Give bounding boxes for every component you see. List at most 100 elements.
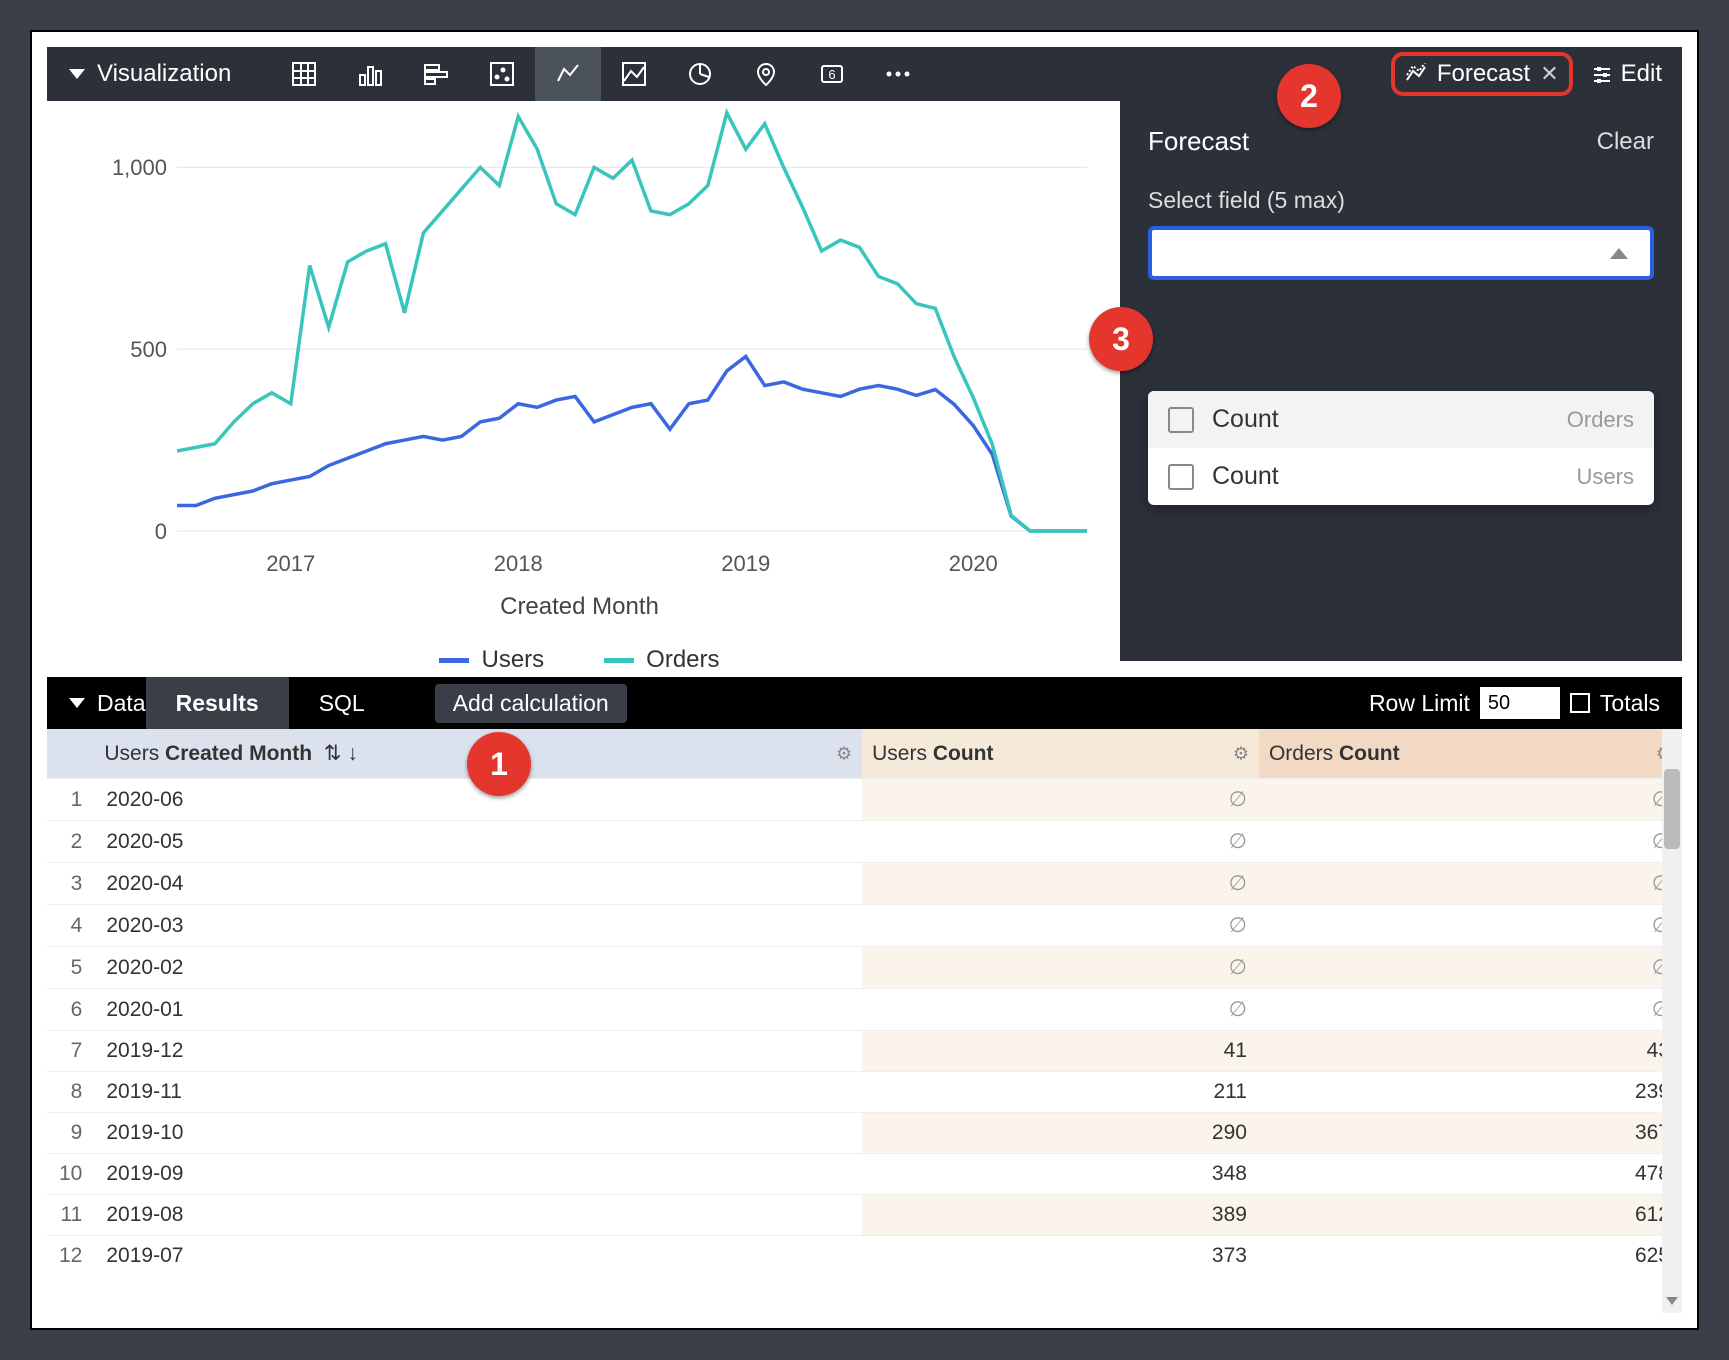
scrollbar[interactable] — [1662, 729, 1682, 1313]
forecast-panel: Forecast Clear Select field (5 max) Coun… — [1120, 101, 1682, 661]
annotation-badge-2: 2 — [1277, 64, 1341, 128]
scroll-thumb[interactable] — [1664, 769, 1680, 849]
cell-orders-count[interactable]: ∅ — [1259, 905, 1682, 947]
cell-month[interactable]: 2019-08 — [94, 1195, 862, 1236]
col-rownum — [47, 729, 94, 779]
tab-sql[interactable]: SQL — [289, 677, 395, 729]
single-value-icon[interactable]: 6 — [799, 47, 865, 101]
cell-users-count[interactable]: 41 — [862, 1031, 1259, 1072]
clear-button[interactable]: Clear — [1597, 128, 1654, 156]
row-number: 11 — [47, 1195, 94, 1236]
cell-users-count[interactable]: ∅ — [862, 989, 1259, 1031]
cell-users-count[interactable]: ∅ — [862, 905, 1259, 947]
select-field-input[interactable] — [1148, 226, 1654, 280]
cell-orders-count[interactable]: ∅ — [1259, 821, 1682, 863]
cell-month[interactable]: 2020-02 — [94, 947, 862, 989]
visualization-toggle[interactable]: Visualization — [47, 60, 231, 88]
scatter-chart-icon[interactable] — [469, 47, 535, 101]
forecast-icon — [1405, 63, 1427, 85]
data-title: Data — [97, 690, 146, 717]
dropdown-option[interactable]: CountUsers — [1148, 448, 1654, 505]
cell-users-count[interactable]: 290 — [862, 1113, 1259, 1154]
dropdown-option[interactable]: CountOrders👆 — [1148, 391, 1654, 448]
cell-orders-count[interactable]: ∅ — [1259, 779, 1682, 821]
table-row: 82019-11211239 — [47, 1072, 1682, 1113]
option-sublabel: Users — [1577, 464, 1634, 490]
legend: Users Orders — [47, 646, 1112, 674]
legend-item[interactable]: Orders — [604, 646, 719, 674]
cell-users-count[interactable]: ∅ — [862, 779, 1259, 821]
tab-results[interactable]: Results — [146, 677, 289, 729]
table-chart-icon[interactable] — [271, 47, 337, 101]
table-row: 72019-124143 — [47, 1031, 1682, 1072]
cell-month[interactable]: 2019-11 — [94, 1072, 862, 1113]
gear-icon[interactable]: ⚙ — [1233, 743, 1249, 764]
y-tick-label: 500 — [47, 337, 167, 363]
close-icon[interactable]: ✕ — [1540, 61, 1558, 87]
cell-month[interactable]: 2020-04 — [94, 863, 862, 905]
totals-checkbox[interactable] — [1570, 693, 1590, 713]
cell-users-count[interactable]: 389 — [862, 1195, 1259, 1236]
add-calculation-button[interactable]: Add calculation — [435, 684, 627, 723]
cell-month[interactable]: 2019-09 — [94, 1154, 862, 1195]
row-number: 4 — [47, 905, 94, 947]
legend-item[interactable]: Users — [439, 646, 544, 674]
col-orders-count[interactable]: Orders Count ⚙ — [1259, 729, 1682, 779]
cell-orders-count[interactable]: 612 — [1259, 1195, 1682, 1236]
caret-down-icon — [69, 698, 85, 708]
edit-label: Edit — [1621, 60, 1662, 88]
chart-type-group: 6 — [271, 47, 931, 101]
edit-button[interactable]: Edit — [1591, 60, 1662, 88]
cell-month[interactable]: 2019-12 — [94, 1031, 862, 1072]
scroll-down-icon[interactable] — [1666, 1297, 1678, 1309]
cell-month[interactable]: 2019-07 — [94, 1236, 862, 1277]
cell-orders-count[interactable]: ∅ — [1259, 989, 1682, 1031]
checkbox[interactable] — [1168, 464, 1194, 490]
table-row: 102019-09348478 — [47, 1154, 1682, 1195]
cell-month[interactable]: 2019-10 — [94, 1113, 862, 1154]
cell-month[interactable]: 2020-01 — [94, 989, 862, 1031]
cell-orders-count[interactable]: 478 — [1259, 1154, 1682, 1195]
gear-icon[interactable]: ⚙ — [836, 743, 852, 764]
map-chart-icon[interactable] — [733, 47, 799, 101]
cell-users-count[interactable]: ∅ — [862, 821, 1259, 863]
legend-label: Users — [481, 646, 544, 674]
pie-chart-icon[interactable] — [667, 47, 733, 101]
cell-users-count[interactable]: 373 — [862, 1236, 1259, 1277]
y-tick-label: 0 — [47, 519, 167, 545]
visualization-bar: Visualization 6 Forecast ✕ Edit — [47, 47, 1682, 101]
row-number: 2 — [47, 821, 94, 863]
cell-orders-count[interactable]: 367 — [1259, 1113, 1682, 1154]
row-limit-input[interactable] — [1480, 687, 1560, 719]
legend-swatch — [604, 658, 634, 663]
chevron-up-icon — [1610, 248, 1628, 259]
cell-orders-count[interactable]: 239 — [1259, 1072, 1682, 1113]
row-number: 6 — [47, 989, 94, 1031]
data-toggle[interactable]: Data — [47, 690, 146, 717]
cell-users-count[interactable]: 348 — [862, 1154, 1259, 1195]
table-row: 62020-01∅∅ — [47, 989, 1682, 1031]
col-users-count[interactable]: Users Count ⚙ — [862, 729, 1259, 779]
table-row: 122019-07373625 — [47, 1236, 1682, 1277]
cell-users-count[interactable]: ∅ — [862, 947, 1259, 989]
cell-users-count[interactable]: ∅ — [862, 863, 1259, 905]
cell-orders-count[interactable]: ∅ — [1259, 863, 1682, 905]
column-chart-icon[interactable] — [337, 47, 403, 101]
more-chart-types-icon[interactable] — [865, 47, 931, 101]
cell-users-count[interactable]: 211 — [862, 1072, 1259, 1113]
settings-icon — [1591, 63, 1613, 85]
cell-orders-count[interactable]: 43 — [1259, 1031, 1682, 1072]
area-chart-icon[interactable] — [601, 47, 667, 101]
row-number: 12 — [47, 1236, 94, 1277]
forecast-button[interactable]: Forecast ✕ — [1391, 52, 1573, 96]
cell-orders-count[interactable]: ∅ — [1259, 947, 1682, 989]
cell-month[interactable]: 2020-03 — [94, 905, 862, 947]
bar-chart-icon[interactable] — [403, 47, 469, 101]
cell-orders-count[interactable]: 625 — [1259, 1236, 1682, 1277]
cell-month[interactable]: 2020-05 — [94, 821, 862, 863]
y-tick-label: 1,000 — [47, 155, 167, 181]
row-limit-label: Row Limit — [1369, 690, 1470, 717]
data-bar: Data Results SQL Add calculation Row Lim… — [47, 677, 1682, 729]
line-chart-icon[interactable] — [535, 47, 601, 101]
checkbox[interactable] — [1168, 407, 1194, 433]
